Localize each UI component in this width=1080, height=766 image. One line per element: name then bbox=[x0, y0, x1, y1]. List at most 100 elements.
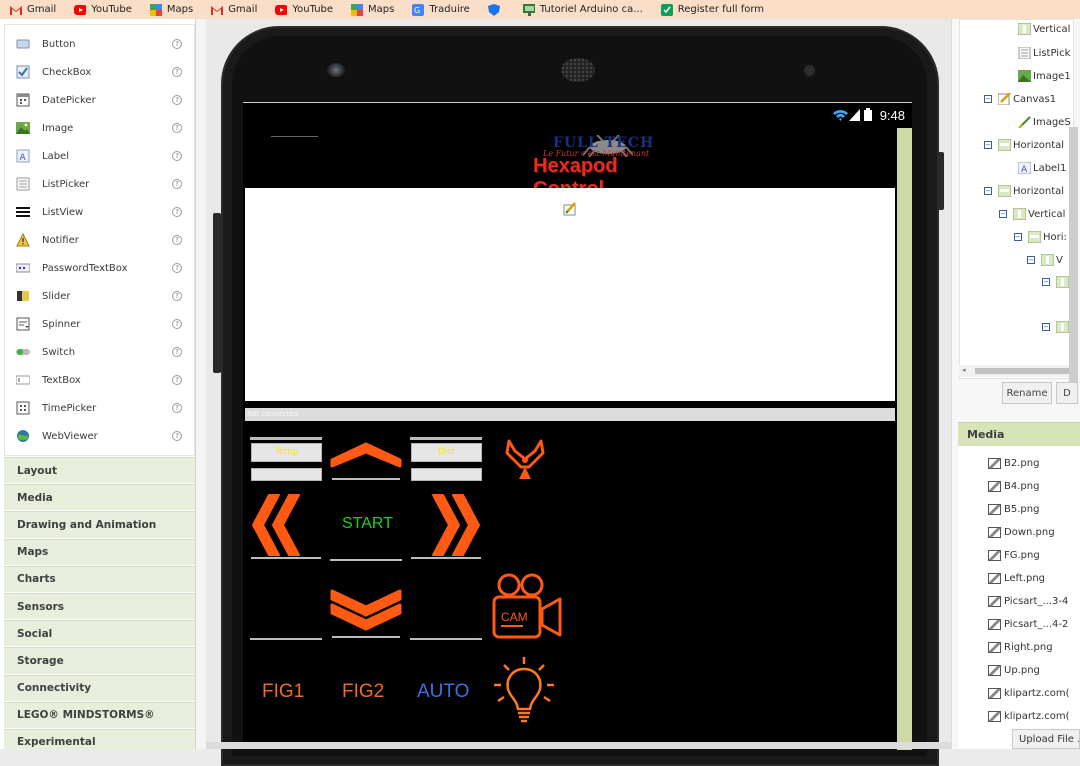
collapse-icon[interactable]: − bbox=[1027, 256, 1035, 264]
tree-node[interactable]: − Horizontal bbox=[984, 184, 1064, 198]
bookmark-register[interactable]: Register full form bbox=[660, 3, 764, 16]
help-icon[interactable]: ? bbox=[172, 291, 182, 301]
media-file[interactable]: Down.png bbox=[988, 527, 1055, 538]
palette-item-checkbox[interactable]: CheckBox ? bbox=[5, 58, 195, 86]
media-file[interactable]: Right.png bbox=[988, 642, 1053, 653]
bookmark-maps[interactable]: Maps bbox=[149, 3, 193, 16]
bookmark-gmail-2[interactable]: Gmail bbox=[211, 4, 257, 15]
media-file[interactable]: B4.png bbox=[988, 481, 1039, 492]
category-social[interactable]: Social bbox=[4, 620, 195, 648]
tree-node[interactable]: ListPick bbox=[1018, 46, 1070, 60]
palette-item-textbox[interactable]: TextBox ? bbox=[5, 366, 195, 394]
tree-node[interactable]: Vertical bbox=[1017, 22, 1070, 36]
fig2-button[interactable]: FIG2 bbox=[342, 681, 384, 703]
media-file[interactable]: Picsart_...4-2 bbox=[988, 619, 1068, 630]
start-button[interactable]: START bbox=[342, 515, 393, 533]
media-file[interactable]: klipartz.com( bbox=[988, 711, 1070, 722]
help-icon[interactable]: ? bbox=[172, 431, 182, 441]
up-button[interactable] bbox=[329, 436, 403, 486]
left-button[interactable] bbox=[249, 491, 323, 561]
palette-item-button[interactable]: Button ? bbox=[5, 30, 195, 58]
tree-node[interactable]: − V bbox=[1027, 253, 1063, 267]
bookmark-shield[interactable] bbox=[487, 3, 505, 16]
bookmark-tutoriel[interactable]: Tutoriel Arduino ca... bbox=[522, 3, 643, 16]
collapse-icon[interactable]: − bbox=[984, 187, 992, 195]
help-icon[interactable]: ? bbox=[172, 39, 182, 49]
media-file[interactable]: B2.png bbox=[988, 458, 1039, 469]
category-layout[interactable]: Layout bbox=[4, 457, 195, 485]
bookmark-maps-2[interactable]: Maps bbox=[351, 3, 394, 16]
palette-item-label[interactable]: A Label ? bbox=[5, 142, 195, 170]
scroll-left-icon[interactable]: ◂ bbox=[962, 366, 966, 374]
collapse-icon[interactable]: − bbox=[984, 141, 992, 149]
help-icon[interactable]: ? bbox=[172, 179, 182, 189]
tree-node[interactable]: − Horizontal bbox=[984, 138, 1064, 152]
palette-item-image[interactable]: Image ? bbox=[5, 114, 195, 142]
media-file[interactable]: klipartz.com( bbox=[988, 688, 1070, 699]
media-file[interactable]: FG.png bbox=[988, 550, 1040, 561]
media-file[interactable]: Up.png bbox=[988, 665, 1040, 676]
canvas1[interactable] bbox=[245, 188, 895, 401]
palette-item-timepicker[interactable]: TimePicker ? bbox=[5, 394, 195, 422]
category-maps[interactable]: Maps bbox=[4, 538, 195, 566]
help-icon[interactable]: ? bbox=[172, 151, 182, 161]
palette-item-webviewer[interactable]: WebViewer ? bbox=[5, 422, 195, 450]
tree-node[interactable]: Image1 bbox=[1018, 70, 1071, 82]
bookmark-youtube[interactable]: YouTube bbox=[74, 4, 132, 15]
collapse-icon[interactable]: − bbox=[1014, 233, 1022, 241]
tree-node[interactable]: − Vertical bbox=[999, 207, 1065, 221]
bookmark-traduire[interactable]: G Traduire bbox=[412, 3, 470, 16]
bookmark-youtube-2[interactable]: YouTube bbox=[275, 4, 333, 15]
category-lego-mindstorms[interactable]: LEGO® MINDSTORMS® bbox=[4, 701, 195, 729]
palette-item-switch[interactable]: Switch ? bbox=[5, 338, 195, 366]
palette-item-passwordtextbox[interactable]: PasswordTextBox ? bbox=[5, 254, 195, 282]
upload-file-button[interactable]: Upload File ... bbox=[1012, 729, 1080, 749]
category-experimental[interactable]: Experimental bbox=[4, 728, 195, 749]
collapse-icon[interactable]: − bbox=[1042, 278, 1050, 286]
media-file[interactable]: Picsart_...3-4 bbox=[988, 596, 1068, 607]
down-button[interactable] bbox=[329, 585, 403, 641]
tree-node[interactable]: − Canvas1 bbox=[984, 92, 1056, 106]
tree-node[interactable]: − bbox=[1042, 320, 1071, 334]
media-file[interactable]: Left.png bbox=[988, 573, 1045, 584]
tree-node[interactable]: − bbox=[1042, 275, 1071, 289]
palette-item-listview[interactable]: ListView ? bbox=[5, 198, 195, 226]
category-charts[interactable]: Charts bbox=[4, 565, 195, 593]
help-icon[interactable]: ? bbox=[172, 67, 182, 77]
rename-button[interactable]: Rename bbox=[1002, 382, 1052, 404]
help-icon[interactable]: ? bbox=[172, 263, 182, 273]
screen-scrollbar[interactable] bbox=[897, 128, 912, 750]
category-sensors[interactable]: Sensors bbox=[4, 592, 195, 621]
camera-button[interactable]: CAM bbox=[490, 571, 564, 643]
palette-item-listpicker[interactable]: ListPicker ? bbox=[5, 170, 195, 198]
collapse-icon[interactable]: − bbox=[1042, 323, 1050, 331]
gripper-button[interactable] bbox=[501, 439, 549, 484]
tree-node[interactable]: − Hori: bbox=[1014, 230, 1067, 244]
palette-item-slider[interactable]: Slider ? bbox=[5, 282, 195, 310]
components-vertical-scrollbar[interactable] bbox=[1069, 127, 1078, 397]
category-storage[interactable]: Storage bbox=[4, 647, 195, 675]
viewer-horizontal-scrollbar[interactable] bbox=[206, 742, 951, 749]
help-icon[interactable]: ? bbox=[172, 347, 182, 357]
help-icon[interactable]: ? bbox=[172, 123, 182, 133]
help-icon[interactable]: ? bbox=[172, 319, 182, 329]
auto-button[interactable]: AUTO bbox=[417, 681, 469, 703]
help-icon[interactable]: ? bbox=[172, 235, 182, 245]
collapse-icon[interactable]: − bbox=[999, 210, 1007, 218]
bookmark-gmail[interactable]: Gmail bbox=[10, 4, 56, 15]
category-media[interactable]: Media bbox=[4, 484, 195, 512]
delete-button[interactable]: D bbox=[1056, 382, 1078, 404]
palette-item-spinner[interactable]: Spinner ? bbox=[5, 310, 195, 338]
category-drawing-animation[interactable]: Drawing and Animation bbox=[4, 511, 195, 539]
palette-item-notifier[interactable]: Notifier ? bbox=[5, 226, 195, 254]
collapse-icon[interactable]: − bbox=[984, 95, 992, 103]
right-button[interactable] bbox=[409, 491, 483, 561]
help-icon[interactable]: ? bbox=[172, 375, 182, 385]
category-connectivity[interactable]: Connectivity bbox=[4, 674, 195, 702]
tree-node[interactable]: ImageS bbox=[1018, 116, 1071, 129]
tree-horizontal-scrollbar[interactable]: ◂ bbox=[959, 365, 1074, 377]
tree-node[interactable]: A Label1 bbox=[1017, 161, 1066, 175]
palette-item-datepicker[interactable]: DatePicker ? bbox=[5, 86, 195, 114]
help-icon[interactable]: ? bbox=[172, 207, 182, 217]
light-button[interactable] bbox=[490, 655, 558, 727]
